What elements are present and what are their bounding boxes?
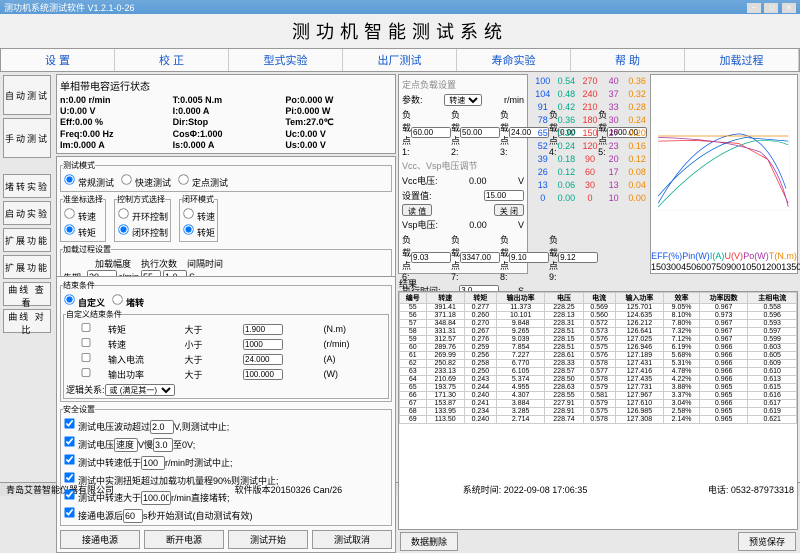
power-btn-3[interactable]: 测试取消 <box>312 530 392 549</box>
table-row[interactable]: 62250.820.2586.770228.330.578127.4315.31… <box>400 360 797 368</box>
menu-5[interactable]: 帮 助 <box>571 49 685 71</box>
menu-6[interactable]: 加载过程 <box>685 49 799 71</box>
status-panel: 单相带电容运行状态 n:0.00 r/minT:0.005 N.mPo:0.00… <box>56 74 396 154</box>
power-btn-1[interactable]: 断开电源 <box>144 530 224 549</box>
endcond-custom[interactable] <box>64 294 74 304</box>
table-row[interactable]: 61269.990.2567.227228.610.576127.1895.68… <box>400 352 797 360</box>
menu-3[interactable]: 出厂测试 <box>343 49 457 71</box>
menu-4[interactable]: 寿命实验 <box>457 49 571 71</box>
table-row[interactable]: 64210.690.2435.374228.500.578127.4354.22… <box>400 376 797 384</box>
menu-1[interactable]: 校 正 <box>115 49 229 71</box>
table-row[interactable]: 63233.130.2506.105228.570.577127.4164.78… <box>400 368 797 376</box>
table-row[interactable]: 67153.870.2413.884227.910.579127.6103.04… <box>400 400 797 408</box>
left-btn-3[interactable]: 扩展功能 <box>3 255 51 279</box>
endcond-stall[interactable] <box>112 294 122 304</box>
left-btn-5[interactable]: 曲线 对比 <box>3 309 51 333</box>
left-btn-0[interactable]: 堵转实验 <box>3 174 51 198</box>
preview-save-btn[interactable]: 预览保存 <box>738 532 796 551</box>
table-row[interactable]: 69113.500.2402.714228.740.578127.3082.14… <box>400 416 797 424</box>
set-value-input[interactable] <box>484 190 524 201</box>
table-row[interactable]: 60289.760.2597.854228.510.575126.9466.19… <box>400 344 797 352</box>
window-controls: − □ × <box>746 2 796 13</box>
table-row[interactable]: 68133.950.2343.285228.910.575126.9852.58… <box>400 408 797 416</box>
logic-relation[interactable]: 或 (满足其一) <box>105 384 175 396</box>
minimize-icon[interactable]: − <box>747 3 761 13</box>
app-title: 测功机智能测试系统 <box>0 14 800 48</box>
close-icon[interactable]: × <box>782 3 796 13</box>
bottom-left-panel: 结束条件 自定义 堵转 自定义结束条件 转矩大于(N.m)转速小于(r/min)… <box>56 276 396 553</box>
top-menu: 设 置校 正型式实验出厂测试寿命实验帮 助加载过程 <box>0 48 800 72</box>
table-row[interactable]: 57348.840.2709.848228.310.572126.2127.80… <box>400 320 797 328</box>
status-header: 单相带电容运行状态 <box>60 78 392 93</box>
window-title: 测功机系统测试软件 V1.2.1-0-26 <box>4 1 135 14</box>
left-btn-4[interactable]: 曲线 查看 <box>3 282 51 306</box>
results-header: 结果 <box>398 276 798 291</box>
power-btn-0[interactable]: 接通电源 <box>60 530 140 549</box>
left-sidebar: 自动测试 手动测试 堵转实验启动实验扩展功能扩展功能曲线 查看曲线 对比 <box>0 72 54 482</box>
close-btn[interactable]: 关 闭 <box>494 204 524 216</box>
table-row[interactable]: 58331.310.2679.265228.510.573126.6417.32… <box>400 328 797 336</box>
delete-data-btn[interactable]: 数据删除 <box>400 532 458 551</box>
left-btn-1[interactable]: 启动实验 <box>3 201 51 225</box>
table-row[interactable]: 59312.570.2769.039228.150.576127.0257.12… <box>400 336 797 344</box>
tab-auto-test[interactable]: 自动测试 <box>3 75 51 115</box>
mid-panel: 定点负载设置 参数:转速r/min 负载点1:负载点2:负载点3:负载点4:负载… <box>398 74 528 274</box>
left-btn-2[interactable]: 扩展功能 <box>3 228 51 252</box>
read-btn[interactable]: 读 值 <box>402 204 432 216</box>
table-row[interactable]: 65193.750.2444.955228.630.579127.7313.88… <box>400 384 797 392</box>
maximize-icon[interactable]: □ <box>764 3 778 13</box>
power-btn-2[interactable]: 测试开始 <box>228 530 308 549</box>
table-row[interactable]: 66171.300.2404.307228.550.581127.9673.37… <box>400 392 797 400</box>
menu-0[interactable]: 设 置 <box>1 49 115 71</box>
tab-manual-test[interactable]: 手动测试 <box>3 118 51 158</box>
param-select[interactable]: 转速 <box>444 94 482 106</box>
table-row[interactable]: 56371.180.26010.101228.130.560124.6358.1… <box>400 312 797 320</box>
table-row[interactable]: 55391.410.27711.373228.250.569125.7019.0… <box>400 304 797 312</box>
menu-2[interactable]: 型式实验 <box>229 49 343 71</box>
chart-area: 1503004506007509001050120013501500 EFF(%… <box>650 74 798 274</box>
